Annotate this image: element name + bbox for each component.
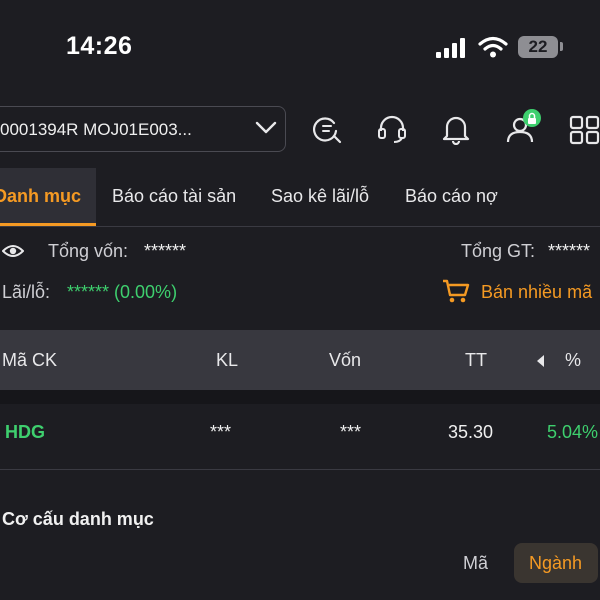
- toggle-by-sector-label: Ngành: [529, 553, 583, 573]
- account-number: 0001394R MOJ01E003...: [0, 120, 192, 139]
- chevron-down-icon[interactable]: [255, 121, 277, 140]
- tab-asset-report[interactable]: Báo cáo tài sản: [112, 186, 236, 207]
- cart-icon[interactable]: [442, 278, 470, 309]
- row-price: 35.30: [448, 422, 494, 442]
- table-row[interactable]: [0, 404, 600, 468]
- table-header: [0, 330, 600, 390]
- total-capital-value: ******: [144, 241, 187, 261]
- caret-left-icon[interactable]: [537, 354, 545, 372]
- wifi-icon: [478, 36, 508, 63]
- total-value-label: Tổng GT:: [461, 241, 536, 261]
- column-header-volume[interactable]: KL: [216, 350, 238, 371]
- row-divider: [0, 469, 600, 470]
- grid-menu-icon[interactable]: [569, 115, 600, 150]
- eye-icon[interactable]: [1, 243, 25, 264]
- total-capital-label: Tổng vốn:: [48, 241, 129, 261]
- row-percent: 5.04%: [547, 422, 599, 442]
- row-capital: ***: [340, 422, 362, 442]
- column-header-price[interactable]: TT: [465, 350, 487, 371]
- battery-indicator: 22: [518, 36, 558, 58]
- bell-icon[interactable]: [441, 113, 471, 150]
- toggle-by-symbol[interactable]: Mã: [463, 553, 488, 574]
- column-header-percent[interactable]: %: [565, 350, 581, 371]
- tab-pl-statement[interactable]: Sao kê lãi/lỗ: [271, 186, 369, 207]
- portfolio-structure-title: Cơ cấu danh mục: [2, 509, 154, 529]
- total-value-value: ******: [548, 241, 591, 261]
- column-header-symbol[interactable]: Mã CK: [2, 350, 57, 371]
- table-separator: [0, 390, 600, 404]
- battery-tip: [560, 42, 563, 51]
- tab-debt-report[interactable]: Báo cáo nợ: [405, 186, 498, 207]
- profit-loss-label: Lãi/lỗ:: [2, 282, 51, 302]
- active-tab-indicator: [0, 223, 96, 226]
- tab-portfolio[interactable]: Danh mục: [0, 186, 81, 207]
- status-time: 14:26: [66, 32, 133, 60]
- headset-support-icon[interactable]: [376, 114, 408, 149]
- search-refresh-icon[interactable]: [312, 114, 342, 149]
- row-symbol: HDG: [5, 422, 45, 442]
- user-lock-icon[interactable]: [505, 108, 545, 151]
- sell-many-button[interactable]: Bán nhiều mã: [481, 282, 592, 303]
- column-header-capital[interactable]: Vốn: [329, 350, 361, 371]
- profit-loss-value: ****** (0.00%): [67, 282, 178, 302]
- cellular-signal-icon: [436, 38, 468, 58]
- row-volume: ***: [210, 422, 232, 442]
